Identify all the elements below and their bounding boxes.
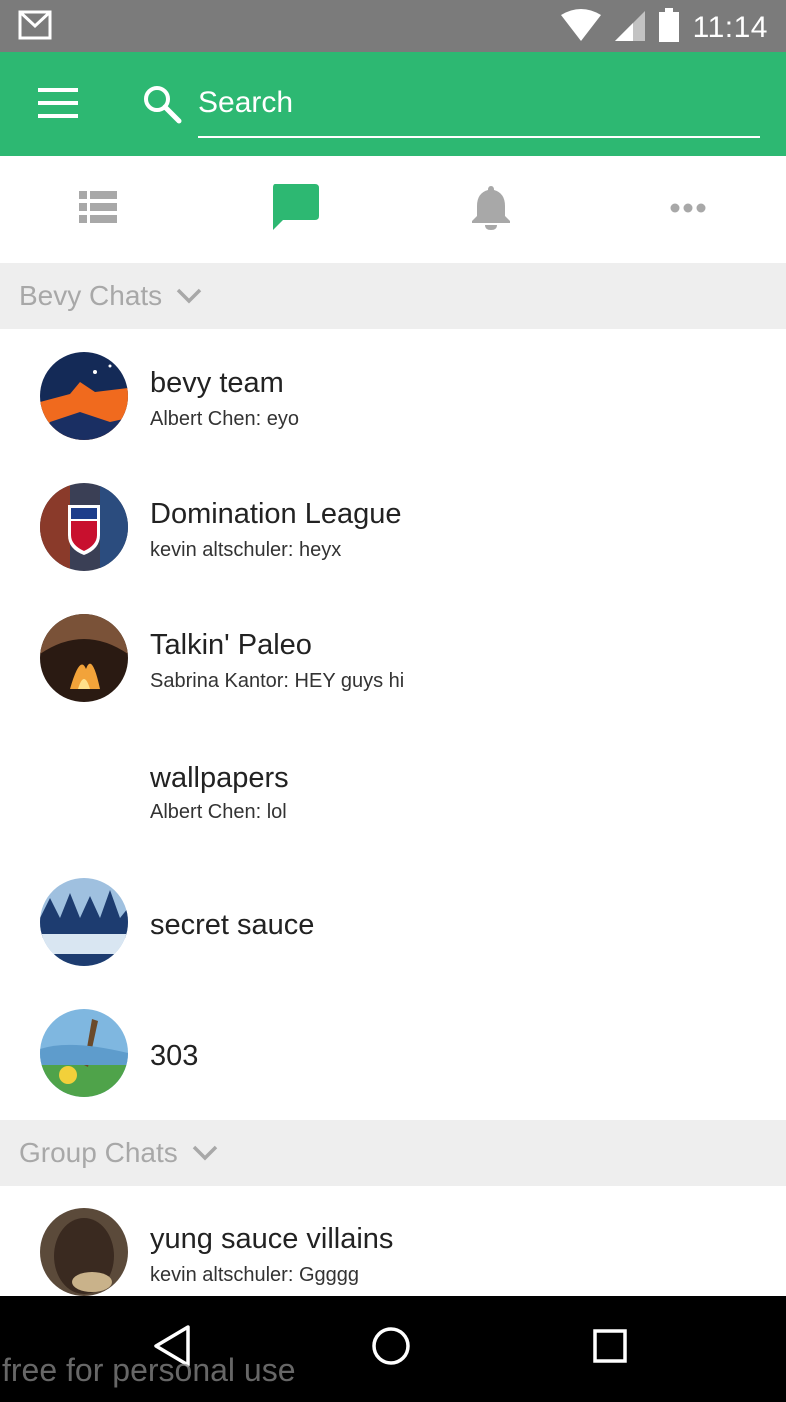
chevron-down-icon bbox=[192, 1145, 217, 1161]
search-icon[interactable] bbox=[142, 84, 182, 129]
section-label: Bevy Chats bbox=[19, 280, 163, 311]
clock: 11:14 bbox=[692, 10, 768, 44]
avatar bbox=[40, 1208, 128, 1296]
chat-row-talkin-paleo[interactable]: Talkin' Paleo Sabrina Kantor: HEY guys h… bbox=[0, 593, 786, 724]
chat-row-303[interactable]: 303 bbox=[0, 988, 786, 1119]
search-field bbox=[198, 82, 760, 138]
chat-preview: Albert Chen: lol bbox=[150, 801, 287, 823]
avatar bbox=[40, 878, 128, 966]
wifi-icon bbox=[560, 9, 601, 46]
tab-feed[interactable] bbox=[0, 156, 197, 262]
chat-name: wallpapers bbox=[150, 762, 289, 794]
chat-bubble-icon bbox=[271, 183, 319, 235]
chevron-down-icon bbox=[176, 288, 202, 304]
status-bar: 11:14 bbox=[0, 0, 786, 52]
app-toolbar bbox=[0, 52, 786, 156]
chat-row-secret-sauce[interactable]: secret sauce bbox=[0, 857, 786, 988]
recents-icon[interactable] bbox=[592, 1324, 628, 1373]
section-header-bevy-chats[interactable]: Bevy Chats bbox=[0, 263, 786, 329]
chat-name: bevy team bbox=[150, 367, 284, 399]
tab-more[interactable] bbox=[590, 156, 786, 262]
section-label: Group Chats bbox=[19, 1137, 178, 1168]
chat-name: secret sauce bbox=[150, 909, 315, 941]
chat-name: Domination League bbox=[150, 498, 402, 530]
chat-name: Talkin' Paleo bbox=[150, 629, 312, 661]
chat-row-wallpapers[interactable]: wallpapers Albert Chen: lol bbox=[0, 724, 786, 855]
list-icon bbox=[79, 190, 118, 228]
more-icon bbox=[670, 200, 706, 218]
home-icon[interactable] bbox=[371, 1324, 411, 1373]
chat-row-domination-league[interactable]: Domination League kevin altschuler: heyx bbox=[0, 462, 786, 593]
chat-preview: kevin altschuler: heyx bbox=[150, 539, 342, 561]
bell-icon bbox=[471, 184, 511, 235]
signal-icon bbox=[614, 9, 645, 46]
gmail-icon bbox=[18, 10, 52, 45]
section-header-group-chats[interactable]: Group Chats bbox=[0, 1120, 786, 1186]
watermark: free for personal use bbox=[2, 1352, 296, 1388]
chat-name: 303 bbox=[150, 1040, 199, 1072]
tab-bar bbox=[0, 156, 786, 262]
avatar bbox=[40, 614, 128, 702]
tab-chats[interactable] bbox=[197, 156, 394, 262]
avatar bbox=[40, 1009, 128, 1097]
chat-preview: Albert Chen: eyo bbox=[150, 408, 299, 430]
search-input[interactable] bbox=[198, 82, 760, 120]
tab-notifications[interactable] bbox=[393, 156, 590, 262]
battery-icon bbox=[658, 8, 679, 47]
avatar bbox=[40, 352, 128, 440]
chat-row-bevy-team[interactable]: bevy team Albert Chen: eyo bbox=[0, 331, 786, 462]
chat-name: yung sauce villains bbox=[150, 1223, 394, 1255]
chat-preview: Sabrina Kantor: HEY guys hi bbox=[150, 670, 405, 692]
avatar bbox=[40, 483, 128, 571]
chat-preview: kevin altschuler: Ggggg bbox=[150, 1264, 360, 1286]
menu-icon[interactable] bbox=[38, 88, 78, 120]
